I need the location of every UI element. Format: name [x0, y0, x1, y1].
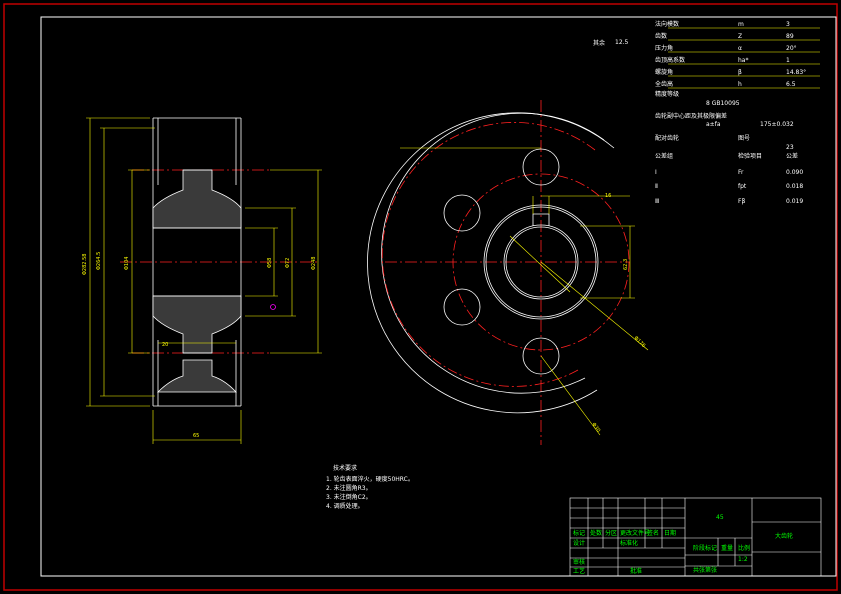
- dim-keyway-width: 16: [605, 193, 611, 199]
- part-name: 大齿轮: [775, 532, 793, 540]
- param-name-8: 配对齿轮: [655, 134, 679, 142]
- tech-req-item-3: 3. 未注倒角C2。: [326, 493, 372, 501]
- param-name-5: 全齿高: [655, 80, 673, 88]
- param-symbol-10: Fr: [738, 169, 744, 176]
- mark-label: 标记: [573, 529, 585, 537]
- param-value-3: 1: [786, 57, 790, 64]
- cad-drawing-canvas: 其余 12.5 Φ282.58 Φ264.5 Φ104 Φ58 Φ72 Φ248…: [3, 3, 838, 591]
- param-value-0: 3: [786, 21, 790, 28]
- material: 45: [716, 514, 724, 521]
- approved-label: 批准: [630, 567, 642, 575]
- magenta-marker: [270, 304, 276, 310]
- zone-label: 分区: [605, 529, 617, 537]
- dim-keyway-depth: 62.3: [623, 259, 629, 270]
- stage-label: 阶段标记: [693, 544, 717, 552]
- param-name-4: 螺旋角: [655, 68, 673, 76]
- param-symbol-2: α: [738, 45, 742, 52]
- outer-border: [3, 3, 838, 591]
- param-extra-center-distance: a±fa: [706, 121, 721, 128]
- roughness-label: 其余: [593, 39, 605, 47]
- dim-hub-diameter: Φ104: [124, 257, 130, 270]
- checked-label: 审核: [573, 558, 585, 566]
- parameter-table: 法向模数 m 3 齿数 Z 89 压力角 α 20° 齿顶高系数 ha* 1 螺旋角 β 14.83° 全齿高…: [655, 20, 820, 205]
- roughness-value: 12.5: [615, 39, 629, 46]
- param-symbol-0: m: [738, 21, 744, 28]
- root-arc: [381, 112, 605, 394]
- param-extra-gear-no: 23: [786, 144, 794, 151]
- tech-req-item-2: 2. 未注圆角R3。: [326, 484, 372, 492]
- title-block-texts: 45 大齿轮 阶段标记 重量 比例 1:2 共张第张 标记 处数 分区 更改文件…: [573, 514, 793, 575]
- tech-req-title: 技术要求: [333, 464, 357, 472]
- roughness-note: 其余 12.5: [593, 39, 629, 47]
- date-label: 日期: [664, 529, 676, 537]
- side-dimension-texts: 16 62.3 Φ176 Φ30: [590, 193, 646, 434]
- tech-req-item-1: 1. 轮齿表面淬火，硬度50HRC。: [326, 475, 414, 483]
- dim-rim-inner-diameter: Φ248: [311, 257, 317, 270]
- param-value-4: 14.83°: [786, 69, 806, 76]
- param-symbol-9: 检验项目: [738, 152, 762, 160]
- param-symbol-5: h: [738, 81, 742, 88]
- param-symbol-11: fpt: [738, 183, 747, 190]
- process-label: 工艺: [573, 567, 585, 575]
- param-name-2: 压力角: [655, 44, 673, 52]
- doc-no-label: 更改文件号: [620, 529, 650, 537]
- lightening-hole-upper-left: [443, 194, 481, 232]
- count-label: 处数: [590, 529, 602, 537]
- param-extra-precision: 8 GB10095: [706, 100, 740, 107]
- param-name-9: 公差组: [655, 152, 673, 160]
- param-value-12: 0.019: [786, 198, 803, 205]
- param-symbol-12: Fβ: [738, 198, 745, 205]
- param-extra-center-value: 175±0.032: [760, 121, 794, 128]
- scale-value: 1:2: [738, 556, 748, 563]
- tech-req-item-4: 4. 调质处理。: [326, 502, 364, 510]
- side-dimensions: [400, 147, 649, 436]
- dim-hole-leader: [540, 355, 601, 436]
- param-name-10: Ⅰ: [655, 169, 657, 176]
- param-value-1: 89: [786, 33, 794, 40]
- param-name-0: 法向模数: [655, 20, 679, 28]
- tip-arc: [367, 112, 615, 414]
- param-name-11: Ⅱ: [655, 183, 658, 190]
- param-symbol-4: β: [738, 69, 742, 76]
- param-value-2: 20°: [786, 45, 797, 52]
- param-value-11: 0.018: [786, 183, 803, 190]
- dim-bore-diameter: Φ58: [267, 258, 273, 268]
- param-name-6: 精度等级: [655, 90, 679, 98]
- standard-label: 标准化: [620, 539, 638, 547]
- technical-requirements: 技术要求 1. 轮齿表面淬火，硬度50HRC。 2. 未注圆角R3。 3. 未注…: [326, 464, 414, 510]
- param-name-7: 齿轮副中心距及其极限偏差: [655, 112, 727, 120]
- param-symbol-1: Z: [738, 33, 742, 40]
- dim-hole-diameter: Φ30: [590, 422, 601, 434]
- designed-label: 设计: [573, 539, 585, 547]
- param-symbol-3: ha*: [738, 57, 748, 64]
- lower-rim-section: [157, 359, 237, 393]
- upper-hub-section: [152, 169, 242, 229]
- param-name-3: 齿顶高系数: [655, 56, 685, 64]
- dim-web-diameter: Φ72: [285, 258, 291, 268]
- sheet-label: 共张第张: [693, 566, 717, 574]
- param-name-12: Ⅲ: [655, 198, 659, 205]
- param-value-9: 公差: [786, 152, 798, 160]
- dim-width: 65: [193, 433, 199, 439]
- weight-label: 重量: [721, 544, 733, 552]
- side-view: [367, 100, 630, 445]
- dim-root-diameter: Φ264.5: [96, 252, 102, 270]
- lightening-hole-lower-left: [443, 288, 481, 326]
- dim-web-thickness: 20: [162, 342, 168, 348]
- front-dimensions: [86, 117, 322, 444]
- param-name-1: 齿数: [655, 32, 667, 40]
- param-value-10: 0.090: [786, 169, 803, 176]
- param-symbol-8: 图号: [738, 135, 750, 142]
- scale-label: 比例: [738, 544, 750, 552]
- sign-label: 签名: [647, 529, 659, 537]
- dim-tip-diameter: Φ282.58: [82, 254, 88, 275]
- dim-bore-leader: [509, 235, 571, 293]
- param-value-5: 6.5: [786, 81, 796, 88]
